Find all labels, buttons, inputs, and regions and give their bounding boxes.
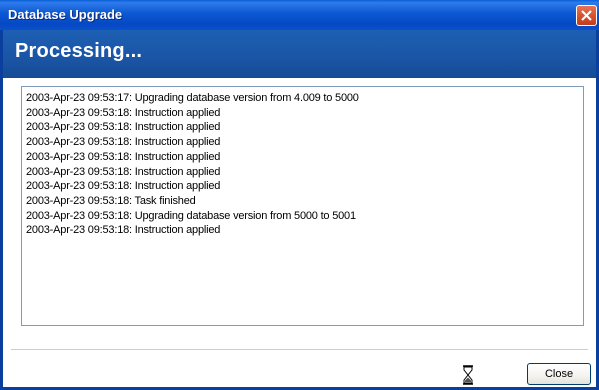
title-bar[interactable]: Database Upgrade — [0, 0, 599, 30]
page-title: Processing... — [15, 40, 143, 62]
log-line: 2003-Apr-23 09:53:18: Instruction applie… — [26, 106, 221, 119]
log-line: 2003-Apr-23 09:53:18: Instruction applie… — [26, 180, 221, 193]
log-line: 2003-Apr-23 09:53:18: Upgrading database… — [26, 209, 356, 222]
log-line: 2003-Apr-23 09:53:18: Instruction applie… — [26, 165, 221, 178]
close-icon[interactable] — [576, 5, 597, 26]
dialog-window: Database Upgrade Processing... 2003-Apr-… — [0, 0, 599, 390]
log-line: 2003-Apr-23 09:53:18: Instruction applie… — [26, 150, 221, 163]
log-line: 2003-Apr-23 09:53:18: Instruction applie… — [26, 136, 221, 149]
dialog-body: 2003-Apr-23 09:53:17: Upgrading database… — [0, 78, 599, 390]
log-list: 2003-Apr-23 09:53:17: Upgrading database… — [26, 91, 359, 238]
footer-divider — [11, 349, 588, 351]
log-line: 2003-Apr-23 09:53:18: Instruction applie… — [26, 121, 221, 134]
header-banner: Processing... — [0, 30, 599, 78]
log-line: 2003-Apr-23 09:53:17: Upgrading database… — [26, 92, 359, 104]
close-button[interactable]: Close — [527, 363, 591, 385]
log-textbox[interactable]: 2003-Apr-23 09:53:17: Upgrading database… — [21, 86, 584, 326]
log-line: 2003-Apr-23 09:53:18: Task finished — [26, 194, 196, 207]
hourglass-icon — [463, 365, 473, 385]
window-title: Database Upgrade — [8, 7, 123, 22]
log-line: 2003-Apr-23 09:53:18: Instruction applie… — [26, 224, 221, 237]
